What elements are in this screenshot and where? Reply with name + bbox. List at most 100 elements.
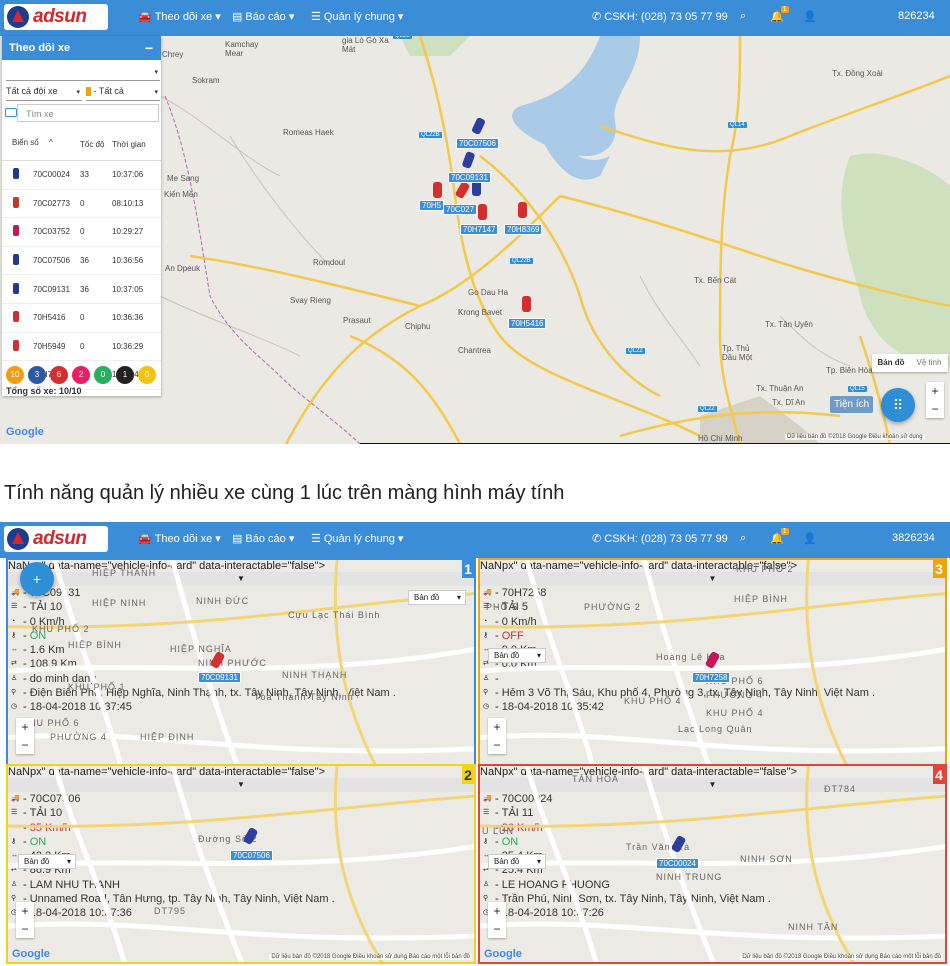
- map-type-select[interactable]: Bản đồ ▾: [408, 590, 466, 605]
- vehicle-type-icon[interactable]: [5, 108, 17, 117]
- search-icon[interactable]: ⌕: [740, 10, 746, 23]
- zoom-control[interactable]: + −: [16, 718, 34, 754]
- col-speed-header[interactable]: Tốc độ: [79, 128, 111, 161]
- menu-track-vehicles[interactable]: 🚘 Theo dõi xe ▾: [138, 10, 221, 23]
- utility-label[interactable]: Tiện ích: [830, 396, 874, 413]
- vehicle-tag[interactable]: 70H7147: [460, 224, 499, 235]
- table-row[interactable]: 70H5416 0 10:36:36: [2, 303, 161, 333]
- minimize-icon[interactable]: −: [145, 36, 153, 60]
- zoom-out-button[interactable]: −: [926, 400, 944, 418]
- menu-general-management[interactable]: ☰ Quản lý chung ▾: [311, 532, 403, 545]
- map-credits[interactable]: Dữ liệu bản đồ ©2018 Google Điều khoản s…: [269, 954, 472, 960]
- map-credits[interactable]: Dữ liệu bản đồ ©2018 Google Điều khoản s…: [785, 434, 925, 440]
- vehicle-search-input[interactable]: Tìm xe: [17, 104, 159, 122]
- map-type-toggle[interactable]: Bản đồ Vệ tinh: [872, 354, 948, 372]
- vehicle-icon: [2, 160, 32, 190]
- map-type-select[interactable]: Bản đồ ▾: [488, 648, 546, 663]
- vehicle-tag[interactable]: 70H7258: [692, 672, 731, 683]
- vehicle-marker[interactable]: [522, 296, 531, 312]
- status-count-badge[interactable]: 3: [28, 366, 46, 384]
- status-count-badge[interactable]: 2: [72, 366, 90, 384]
- speed-cell: 0: [79, 217, 111, 247]
- hotline[interactable]: ✆ CSKH: (028) 73 05 77 99: [592, 10, 728, 23]
- zoom-out-button[interactable]: −: [488, 736, 506, 754]
- map-type-roadmap[interactable]: Bản đồ: [872, 354, 910, 372]
- map-label: NINH THẠNH: [282, 670, 348, 680]
- logo[interactable]: adsun: [4, 4, 108, 30]
- map-type-select[interactable]: Bản đồ ▾: [18, 854, 76, 869]
- status-select[interactable]: - Tất cả ▾: [86, 86, 160, 101]
- avatar[interactable]: 👤: [803, 10, 817, 23]
- map-credits[interactable]: Dữ liệu bản đồ ©2018 Google Điều khoản s…: [740, 954, 943, 960]
- account-id[interactable]: 3826234: [892, 532, 935, 544]
- table-row[interactable]: 70C00024 33 10:37:06: [2, 160, 161, 190]
- col-plate-header[interactable]: Biển số ^: [12, 128, 79, 161]
- bell-icon[interactable]: 🔔 1: [770, 528, 789, 545]
- col-time-header[interactable]: Thời gian: [111, 128, 161, 161]
- map-pane-4[interactable]: TÂN HÒA U LÙN NINH SƠN NINH TRUNG NINH TÂN Tr…: [478, 764, 947, 964]
- vehicle-marker[interactable]: [518, 202, 527, 218]
- table-row[interactable]: 70H5949 0 10:36:29: [2, 332, 161, 362]
- time-cell: 10:36:36: [111, 303, 161, 333]
- vehicle-tag[interactable]: 70C07506: [456, 138, 499, 149]
- map-type-satellite[interactable]: Vệ tinh: [910, 354, 948, 372]
- utility-grid-button[interactable]: ⠿: [881, 388, 915, 422]
- table-row[interactable]: 70C02773 0 08:10:13: [2, 189, 161, 219]
- map-label: Chrey: [162, 50, 184, 59]
- zoom-control[interactable]: + −: [488, 902, 506, 938]
- vehicle-tag[interactable]: 70H5: [419, 200, 445, 211]
- hotline[interactable]: ✆ CSKH: (028) 73 05 77 99: [592, 532, 728, 545]
- menu-general-management[interactable]: ☰ Quản lý chung ▾: [311, 10, 403, 23]
- menu-reports[interactable]: ▤ Báo cáo ▾: [232, 532, 294, 545]
- zoom-control[interactable]: + −: [488, 718, 506, 754]
- map-label: Tx. Tân Uyên: [765, 320, 813, 329]
- status-count-badge[interactable]: 6: [50, 366, 68, 384]
- zoom-in-button[interactable]: +: [488, 718, 506, 736]
- vehicle-marker[interactable]: [433, 182, 442, 198]
- account-id[interactable]: 826234: [898, 10, 935, 22]
- zoom-out-button[interactable]: −: [488, 920, 506, 938]
- list-icon: ☰: [311, 533, 321, 545]
- table-row[interactable]: 70C07506 36 10:36:56: [2, 246, 161, 276]
- search-icon[interactable]: ⌕: [740, 532, 746, 545]
- status-count-badge[interactable]: 1: [116, 366, 134, 384]
- map-label: Tp. Biên Hòa: [826, 366, 873, 375]
- vehicle-tag[interactable]: 70C09131: [448, 172, 491, 183]
- vehicle-tag[interactable]: 70C00024: [656, 858, 699, 869]
- zoom-in-button[interactable]: +: [16, 902, 34, 920]
- menu-track-vehicles[interactable]: 🚘 Theo dõi xe ▾: [138, 532, 221, 545]
- avatar[interactable]: 👤: [803, 532, 817, 545]
- zoom-out-button[interactable]: −: [16, 736, 34, 754]
- zoom-in-button[interactable]: +: [488, 902, 506, 920]
- table-row[interactable]: 70C03752 0 10:29:27: [2, 217, 161, 247]
- table-row[interactable]: 70C09131 36 10:37:05: [2, 274, 161, 304]
- vehicle-icon: [2, 246, 32, 276]
- vehicle-tag[interactable]: 70C07506: [230, 850, 273, 861]
- status-count-badge[interactable]: 0: [138, 366, 156, 384]
- map-pane-2[interactable]: Đường Số 2 DT795 70C07506 NaNpx" data-name=…: [6, 764, 476, 964]
- zoom-out-button[interactable]: −: [16, 920, 34, 938]
- map-label: DT795: [154, 906, 187, 916]
- menu-reports[interactable]: ▤ Báo cáo ▾: [232, 10, 294, 23]
- vehicle-tag[interactable]: 70C09131: [198, 672, 241, 683]
- zoom-in-button[interactable]: +: [16, 718, 34, 736]
- status-count-badge[interactable]: 10: [6, 366, 24, 384]
- vehicle-icon: [2, 303, 32, 333]
- road-tag: QL22: [626, 348, 645, 354]
- zoom-control[interactable]: + −: [926, 382, 944, 418]
- zoom-control[interactable]: + −: [16, 902, 34, 938]
- status-count-badge[interactable]: 0: [94, 366, 112, 384]
- add-map-button[interactable]: +: [20, 562, 54, 596]
- map-pane-1[interactable]: HIỆP THANH HIỆP NINH NINH ĐỨC KHU PHỐ 2 HIỆP…: [6, 558, 476, 780]
- logo[interactable]: adsun: [4, 526, 108, 552]
- company-select[interactable]: ▾: [6, 66, 160, 81]
- vehicle-tag[interactable]: 70C027: [443, 204, 478, 215]
- vehicle-tag[interactable]: 70H5416: [508, 318, 547, 329]
- fleet-select[interactable]: Tất cả đội xe ▾: [6, 86, 82, 101]
- vehicle-marker[interactable]: [478, 204, 487, 220]
- map-type-select[interactable]: Bản đồ ▾: [488, 854, 546, 869]
- map-pane-3[interactable]: KHU PHỐ 2 HIỆP BÌNH PHỐ 5 PHƯỜNG 2 KHU PHỐ 6…: [478, 558, 947, 780]
- bell-icon[interactable]: 🔔 1: [770, 6, 789, 23]
- vehicle-tag[interactable]: 70H8369: [504, 224, 543, 235]
- zoom-in-button[interactable]: +: [926, 382, 944, 400]
